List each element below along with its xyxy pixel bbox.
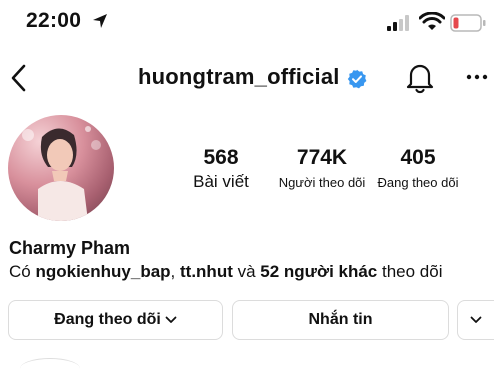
following-button[interactable]: Đang theo dõi [8, 300, 223, 340]
message-button-label: Nhắn tin [308, 311, 373, 328]
followed-by-suffix: theo dõi [377, 262, 443, 281]
stat-posts-count: 568 [203, 146, 239, 169]
following-button-label: Đang theo dõi [54, 311, 161, 328]
followed-by-user-1[interactable]: ngokienhuy_bap [35, 262, 170, 281]
followed-by-user-2[interactable]: tt.nhut [180, 262, 233, 281]
profile-username: huongtram_official [138, 64, 340, 89]
stat-followers[interactable]: 774K Người theo dõi [270, 146, 374, 190]
verified-icon [347, 69, 367, 89]
followed-by-sep-1: , [170, 262, 180, 281]
stat-followers-label: Người theo dõi [278, 175, 366, 190]
stat-followers-count: 774K [296, 146, 348, 169]
battery-low-icon [450, 14, 486, 32]
chevron-down-icon [165, 316, 177, 323]
cellular-signal-icon [387, 15, 409, 31]
stat-following[interactable]: 405 Đang theo dõi [372, 146, 464, 190]
message-button[interactable]: Nhắn tin [232, 300, 449, 340]
followed-by-sep-2: và [232, 262, 261, 281]
wifi-icon [419, 12, 445, 30]
stat-posts[interactable]: 568 Bài viết [178, 146, 264, 192]
followed-by-prefix: Có [9, 262, 36, 281]
suggested-users-button[interactable] [457, 300, 494, 340]
profile-name: Charmy Pham [9, 238, 131, 258]
more-icon[interactable] [466, 72, 488, 82]
followed-by-others[interactable]: 52 người khác [260, 262, 377, 281]
stat-following-label: Đang theo dõi [377, 175, 459, 190]
status-time: 22:00 [26, 9, 82, 32]
bell-icon[interactable] [405, 62, 435, 94]
chevron-down-icon [470, 316, 482, 323]
avatar-photo [22, 126, 101, 221]
story-highlight-peek [20, 358, 80, 379]
followed-by-text[interactable]: Có ngokienhuy_bap, tt.nhut và 52 người k… [9, 262, 443, 282]
avatar[interactable] [8, 115, 114, 221]
stat-following-count: 405 [400, 146, 436, 169]
location-arrow-icon [93, 14, 107, 28]
back-icon[interactable] [9, 62, 29, 94]
stat-posts-label: Bài viết [193, 172, 249, 191]
